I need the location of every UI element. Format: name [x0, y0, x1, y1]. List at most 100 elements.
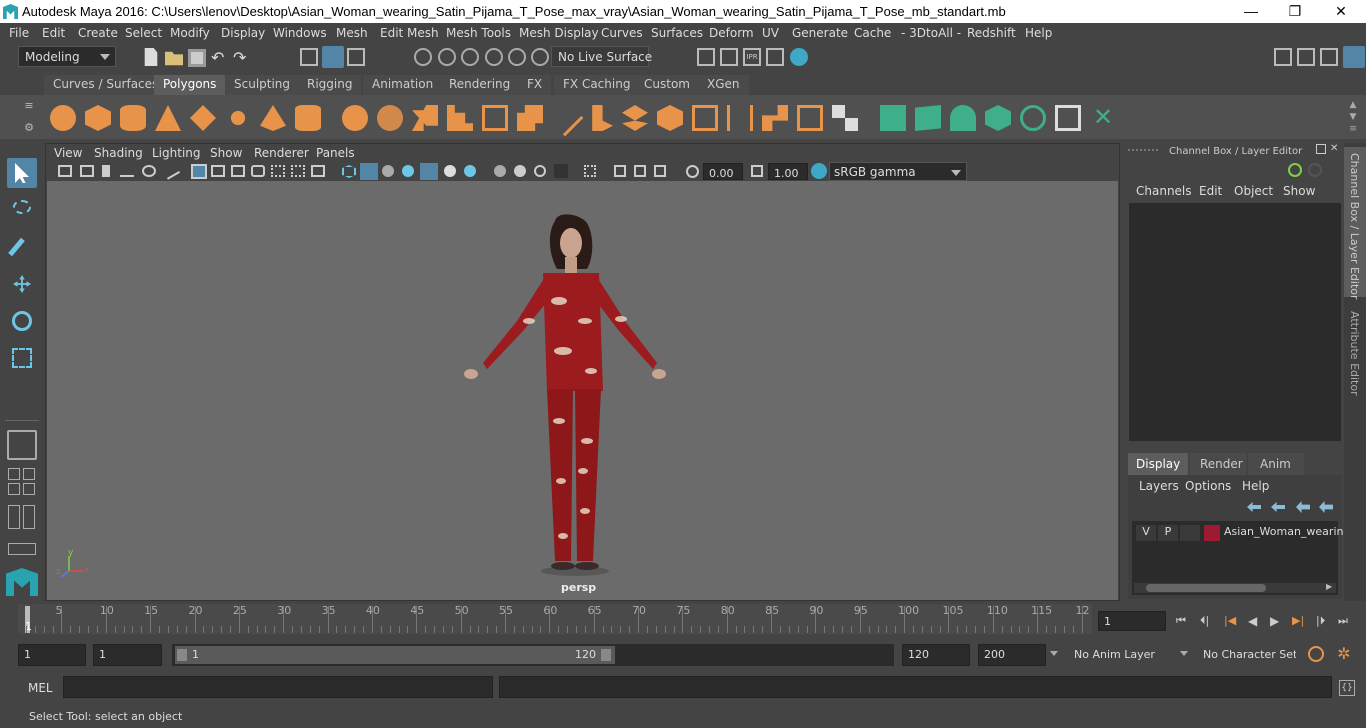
menu-curves[interactable]: Curves [601, 26, 643, 40]
shelf-scroll-icon[interactable]: ▲ ▼ ≡ [1346, 99, 1360, 135]
time-editor-layout-icon[interactable] [8, 543, 36, 555]
show-menu[interactable]: Show [1283, 184, 1315, 198]
viewport-menu-show[interactable]: Show [210, 146, 242, 160]
range-end-handle[interactable] [601, 649, 611, 661]
select-tool-button[interactable] [7, 158, 37, 188]
menu-select[interactable]: Select [125, 26, 162, 40]
append-polygon-icon[interactable] [622, 105, 648, 131]
viewport-menu-view[interactable]: View [54, 146, 82, 160]
new-scene-icon[interactable] [144, 48, 158, 66]
attribute-editor-toggle-icon[interactable] [1320, 48, 1338, 66]
channels-menu[interactable]: Channels [1136, 184, 1192, 198]
motion-blur-icon[interactable] [514, 165, 526, 177]
close-button[interactable]: ✕ [1318, 0, 1364, 23]
chevron-down-icon[interactable] [1180, 651, 1188, 656]
go-to-start-icon[interactable]: ⏮ [1176, 614, 1192, 628]
snap-vertex-icon[interactable] [531, 48, 549, 66]
channel-list[interactable] [1129, 203, 1341, 441]
menu-modify[interactable]: Modify [170, 26, 210, 40]
time-slider[interactable]: 1 1 5 10 15 20 25 30 35 40 45 50 55 60 65 70 75 80 85 90 9… [0, 601, 1366, 641]
camera-icon[interactable] [58, 165, 72, 177]
workspace-icon[interactable] [1274, 48, 1292, 66]
checker-map-icon[interactable] [1055, 105, 1081, 131]
safe-title-icon[interactable] [311, 165, 325, 177]
film-gate-icon[interactable] [211, 165, 225, 177]
shelf-tab-rigging[interactable]: Rigging [298, 75, 362, 95]
layer-row[interactable]: V P Asian_Woman_wearin [1132, 524, 1343, 544]
target-weld-icon[interactable] [797, 105, 823, 131]
poly-pipe-icon[interactable] [295, 105, 321, 131]
resolution-gate-icon[interactable] [231, 165, 245, 177]
shaded-wireframe-icon[interactable] [402, 165, 414, 177]
poly-plane-icon[interactable] [190, 105, 216, 131]
menu-mesh-tools[interactable]: Mesh Tools [446, 26, 511, 40]
layer-name[interactable]: Asian_Woman_wearin [1224, 525, 1343, 538]
exposure-icon[interactable] [686, 165, 699, 178]
perspective-viewport[interactable]: y x z persp [47, 181, 1118, 600]
viewport-menu-panels[interactable]: Panels [316, 146, 355, 160]
render-view-icon[interactable] [766, 48, 784, 66]
step-back-key-icon[interactable]: |◀ [1224, 614, 1240, 628]
range-start-handle[interactable] [177, 649, 187, 661]
lights-icon[interactable] [444, 165, 456, 177]
step-forward-key-icon[interactable]: ▶| [1292, 614, 1308, 628]
side-tab-channel-box[interactable]: Channel Box / Layer Editor [1344, 147, 1366, 300]
menu-create[interactable]: Create [78, 26, 118, 40]
viewport-menu-renderer[interactable]: Renderer [254, 146, 309, 160]
insert-edge-loop-icon[interactable] [727, 105, 753, 131]
extrude-icon[interactable] [517, 105, 543, 131]
unfold-icon[interactable] [1020, 105, 1046, 131]
select-by-component-icon[interactable] [347, 48, 365, 66]
step-back-icon[interactable]: ⏴| [1200, 614, 1216, 628]
playback-start-field[interactable]: 1 [93, 644, 162, 666]
viewport-menu-shading[interactable]: Shading [94, 146, 143, 160]
menu-edit[interactable]: Edit [42, 26, 65, 40]
go-to-end-icon[interactable]: ⏭ [1338, 614, 1354, 628]
persp-outliner-layout-icon[interactable] [23, 468, 35, 480]
textured-icon[interactable] [420, 163, 438, 180]
combine-icon[interactable] [342, 105, 368, 131]
layer-scrollbar[interactable]: ▶ [1134, 582, 1336, 593]
menu-cache[interactable]: Cache [854, 26, 891, 40]
shadows-icon[interactable] [464, 165, 476, 177]
outliner-toggle-icon[interactable] [1297, 48, 1315, 66]
scroll-right-icon[interactable]: ▶ [1326, 582, 1332, 591]
shelf-tab-animation[interactable]: Animation [363, 75, 443, 95]
select-by-object-icon[interactable] [322, 46, 344, 68]
render-settings-icon[interactable] [697, 48, 715, 66]
new-layer-icon[interactable] [1296, 501, 1310, 513]
safe-action-icon[interactable] [291, 165, 305, 177]
wireframe-icon[interactable] [342, 165, 356, 178]
animation-prefs-icon[interactable]: ✲ [1334, 644, 1354, 664]
auto-key-icon[interactable] [1308, 646, 1324, 662]
layer-tab-display[interactable]: Display [1128, 453, 1188, 475]
smooth-shade-icon[interactable] [360, 163, 378, 180]
field-chart-icon[interactable] [271, 165, 285, 177]
menu-file[interactable]: File [9, 26, 29, 40]
two-d-pan-icon[interactable] [142, 165, 156, 177]
gate-mask-icon[interactable] [251, 165, 265, 177]
menu-display[interactable]: Display [221, 26, 265, 40]
persp-graph-layout-icon[interactable] [8, 483, 20, 495]
snap-point-icon[interactable] [461, 48, 479, 66]
restore-button[interactable]: ❐ [1272, 0, 1318, 23]
character-set-dropdown[interactable]: No Character Set [1197, 644, 1297, 666]
menu-3dtoall[interactable]: - 3DtoAll - [901, 26, 961, 40]
menu-generate[interactable]: Generate [792, 26, 848, 40]
hypershade-icon[interactable] [790, 48, 808, 66]
play-forward-icon[interactable]: ▶ [1270, 614, 1286, 628]
object-menu[interactable]: Object [1234, 184, 1273, 198]
menu-mesh[interactable]: Mesh [336, 26, 368, 40]
paint-select-tool-button[interactable] [7, 232, 37, 262]
range-slider-track[interactable]: 1 120 [172, 644, 894, 666]
move-layer-up-icon[interactable] [1247, 502, 1261, 512]
default-material-icon[interactable] [382, 165, 394, 177]
grid-toggle-icon[interactable] [191, 164, 207, 179]
menu-uv[interactable]: UV [762, 26, 779, 40]
side-tab-attribute-editor[interactable]: Attribute Editor [1344, 307, 1366, 397]
color-management-icon[interactable] [811, 163, 827, 179]
command-language-label[interactable]: MEL [28, 681, 53, 695]
poly-cube-icon[interactable] [85, 105, 111, 131]
poly-cylinder-icon[interactable] [120, 105, 146, 131]
layer-tab-render[interactable]: Render [1190, 453, 1246, 475]
